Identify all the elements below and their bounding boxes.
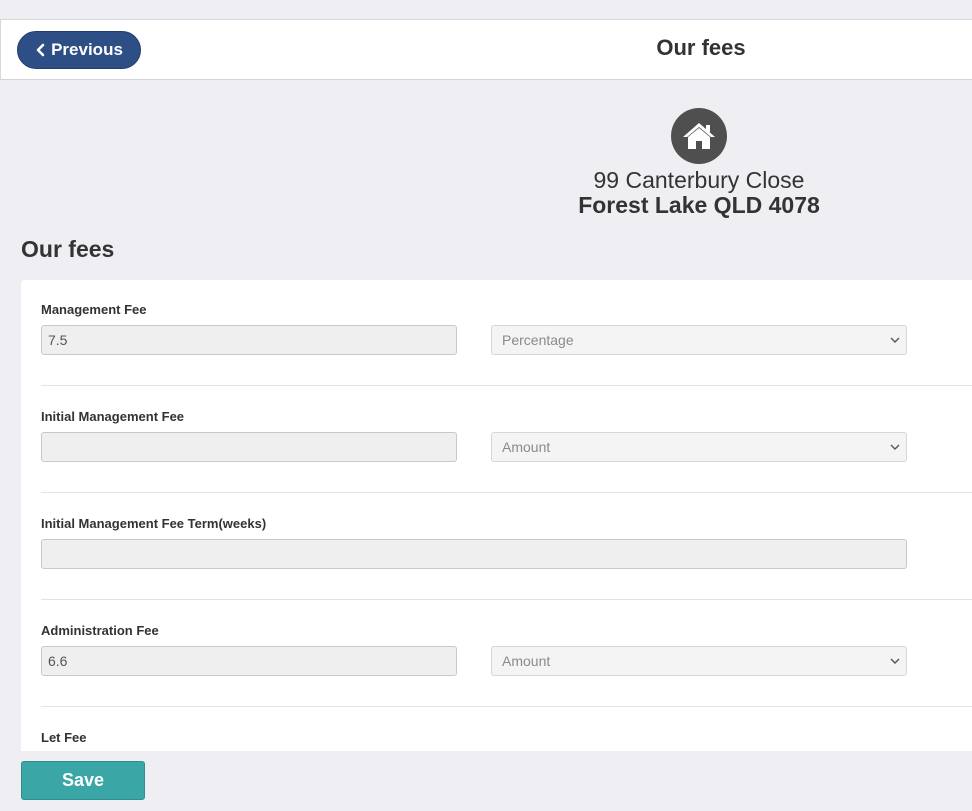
house-icon — [683, 123, 715, 149]
initial-management-fee-term-input[interactable] — [41, 539, 907, 569]
management-fee-label: Management Fee — [41, 302, 147, 317]
initial-management-fee-type-value: Amount — [502, 439, 551, 455]
property-address-line1: 99 Canterbury Close — [593, 167, 805, 193]
management-fee-type-value: Percentage — [502, 332, 574, 348]
chevron-down-icon — [890, 444, 900, 450]
fees-form-card: Management Fee 7.5 Percentage Initial Ma… — [21, 280, 972, 751]
administration-fee-type-select[interactable]: Amount — [491, 646, 907, 676]
initial-management-fee-term-label: Initial Management Fee Term(weeks) — [41, 516, 267, 531]
page-title: Our fees — [656, 35, 746, 60]
previous-button[interactable]: Previous — [17, 31, 141, 69]
chevron-down-icon — [890, 658, 900, 664]
management-fee-type-select[interactable]: Percentage — [491, 325, 907, 355]
top-bar: Previous Our fees — [0, 19, 972, 80]
let-fee-label: Let Fee — [41, 730, 87, 745]
divider — [41, 385, 972, 386]
divider — [41, 706, 972, 707]
administration-fee-input[interactable]: 6.6 — [41, 646, 457, 676]
initial-management-fee-input[interactable] — [41, 432, 457, 462]
save-button[interactable]: Save — [21, 761, 145, 800]
chevron-left-icon — [36, 43, 45, 57]
page: Previous Our fees 99 Canterbury Close Fo… — [0, 0, 972, 811]
divider — [41, 492, 972, 493]
initial-management-fee-type-select[interactable]: Amount — [491, 432, 907, 462]
property-address-line2: Forest Lake QLD 4078 — [578, 192, 820, 218]
initial-management-fee-label: Initial Management Fee — [41, 409, 185, 424]
section-title: Our fees — [21, 236, 115, 262]
previous-button-label: Previous — [51, 40, 123, 59]
chevron-down-icon — [890, 337, 900, 343]
property-icon-badge — [671, 108, 727, 164]
administration-fee-label: Administration Fee — [41, 623, 159, 638]
management-fee-input[interactable]: 7.5 — [41, 325, 457, 355]
divider — [41, 599, 972, 600]
administration-fee-type-value: Amount — [502, 653, 551, 669]
